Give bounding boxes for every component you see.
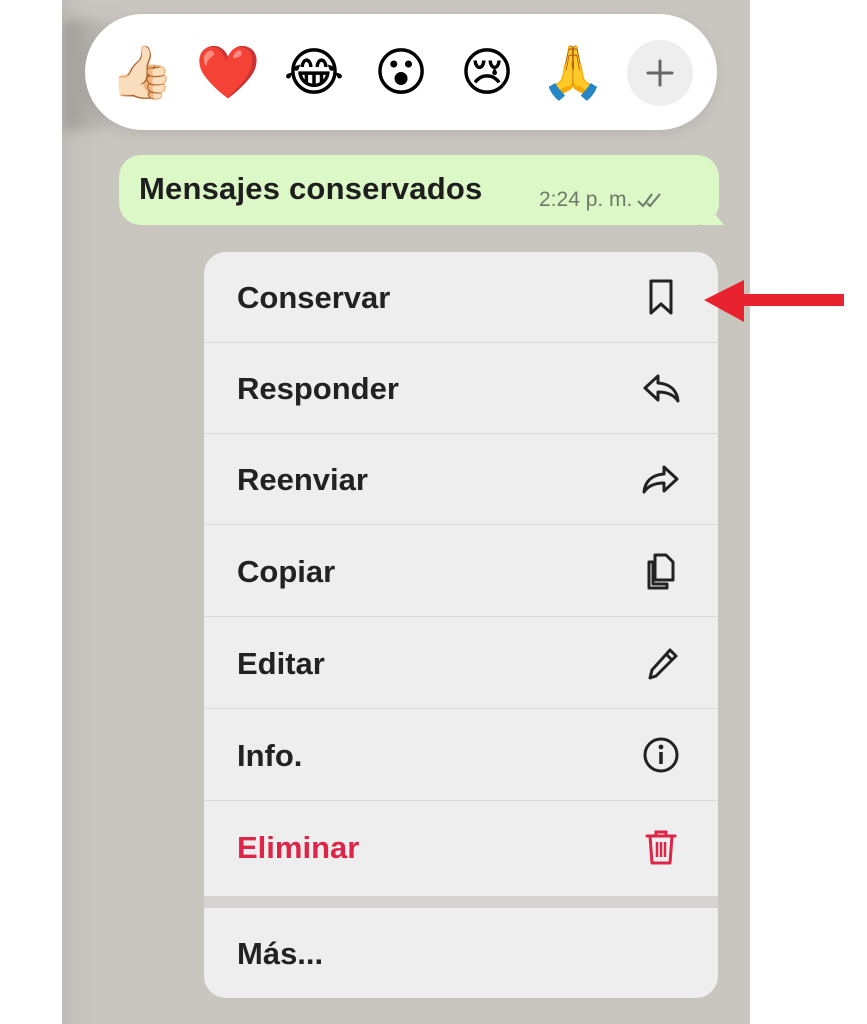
- message-bubble[interactable]: Mensajes conservados 2:24 p. m.: [119, 155, 719, 225]
- tears-of-joy-icon: 😂: [283, 44, 345, 102]
- reaction-thumbs-up[interactable]: 👍🏻: [107, 38, 177, 108]
- menu-item-mas[interactable]: Más...: [204, 908, 718, 998]
- message-time: 2:24 p. m.: [539, 188, 633, 211]
- reply-icon: [643, 374, 680, 403]
- menu-item-label: Eliminar: [237, 830, 360, 865]
- context-menu: Conservar Responder Reenviar Copiar Edit…: [204, 252, 718, 998]
- red-arrow-icon: [704, 280, 844, 322]
- menu-item-label: Conservar: [237, 280, 391, 315]
- crying-icon: 😢: [459, 44, 515, 102]
- more-reactions-button[interactable]: [627, 40, 693, 106]
- menu-item-label: Más...: [237, 936, 324, 971]
- menu-item-eliminar[interactable]: Eliminar: [204, 802, 718, 893]
- screen-edge-shadow: [62, 0, 92, 1024]
- menu-item-reenviar[interactable]: Reenviar: [204, 434, 718, 525]
- menu-item-label: Copiar: [237, 554, 336, 589]
- menu-item-editar[interactable]: Editar: [204, 618, 718, 709]
- copy-icon: [647, 553, 675, 590]
- menu-item-label: Info.: [237, 738, 303, 773]
- heart-icon: ❤️: [195, 44, 261, 102]
- surprised-icon: 😮: [373, 44, 429, 102]
- menu-item-label: Editar: [237, 646, 325, 681]
- menu-divider: [204, 896, 718, 908]
- bookmark-icon: [649, 279, 673, 315]
- chat-screen: 👍🏻 ❤️ 😂 😮 😢 🙏 Mensajes conservados 2:24: [62, 0, 750, 1024]
- reaction-heart[interactable]: ❤️: [193, 38, 263, 108]
- message-text: Mensajes conservados: [139, 171, 483, 206]
- reaction-tears-of-joy[interactable]: 😂: [279, 38, 349, 108]
- pencil-icon: [648, 648, 678, 680]
- menu-item-copiar[interactable]: Copiar: [204, 526, 718, 617]
- trash-icon: [645, 830, 677, 865]
- info-icon: [643, 737, 679, 773]
- reaction-pray[interactable]: 🙏: [538, 38, 608, 108]
- forward-icon: [642, 465, 679, 494]
- menu-item-responder[interactable]: Responder: [204, 343, 718, 434]
- menu-item-info[interactable]: Info.: [204, 710, 718, 801]
- message-meta: 2:24 p. m.: [539, 188, 666, 212]
- reaction-bar: 👍🏻 ❤️ 😂 😮 😢 🙏: [85, 14, 717, 130]
- menu-item-label: Responder: [237, 371, 399, 406]
- thumbs-up-icon: 👍🏻: [109, 44, 175, 102]
- reaction-crying[interactable]: 😢: [452, 38, 522, 108]
- reaction-surprised[interactable]: 😮: [366, 38, 436, 108]
- double-check-icon: [637, 193, 662, 208]
- pray-icon: 🙏: [540, 44, 606, 102]
- menu-item-label: Reenviar: [237, 462, 368, 497]
- plus-icon: [646, 59, 674, 87]
- menu-item-conservar[interactable]: Conservar: [204, 252, 718, 343]
